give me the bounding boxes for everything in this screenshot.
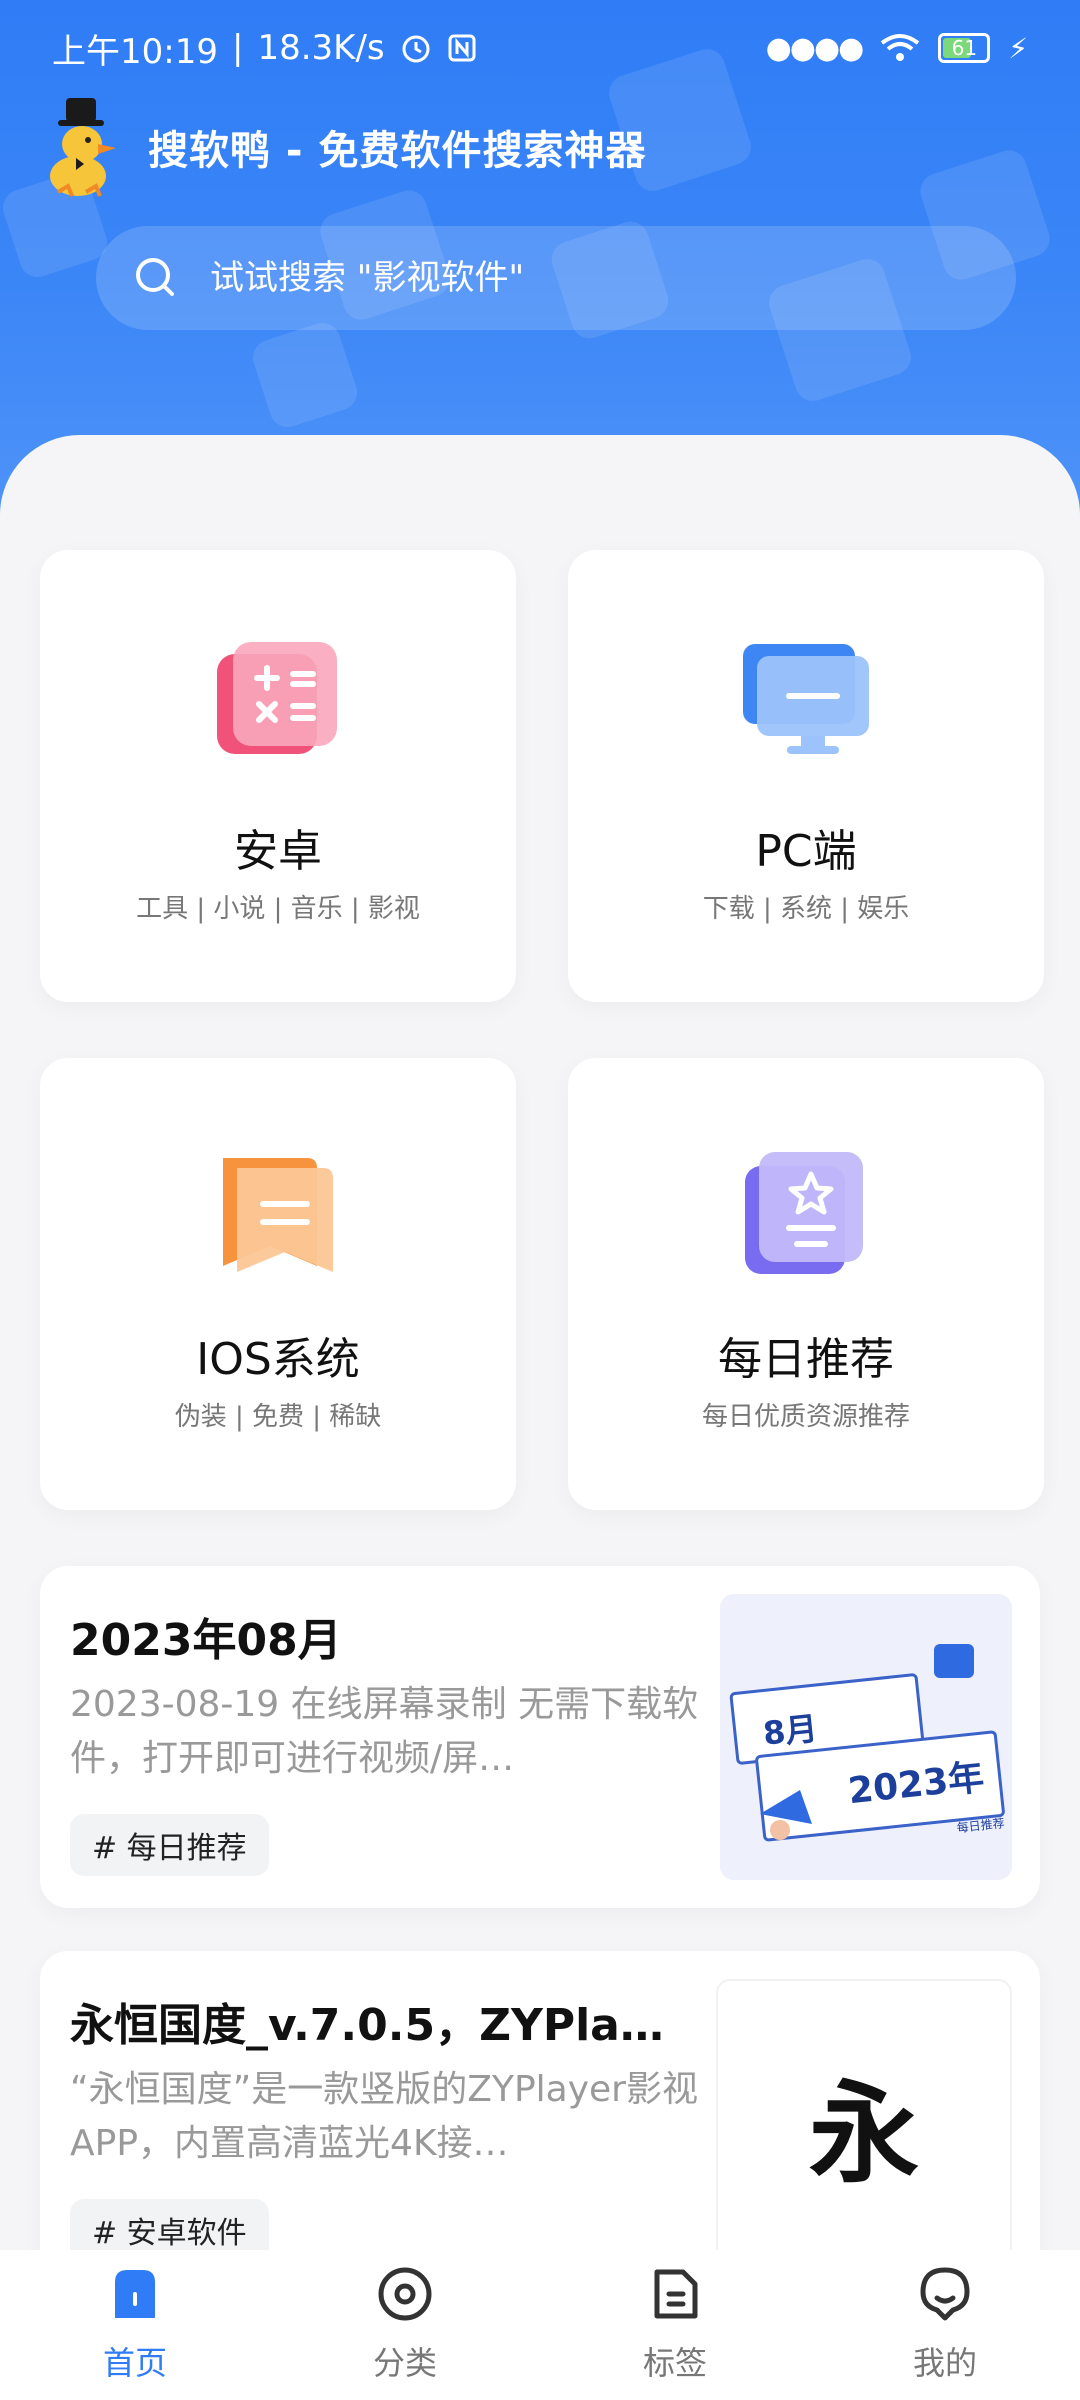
category-icon	[378, 2267, 432, 2321]
article-title: 2023年08月	[70, 1615, 342, 1666]
tab-tags[interactable]: 标签	[575, 2250, 775, 2384]
category-name: 每日推荐	[718, 1334, 894, 1385]
home-icon	[115, 2270, 155, 2318]
star-document-icon	[745, 1152, 863, 1274]
thumb-character: 永	[809, 2070, 919, 2198]
monitor-icon	[743, 644, 869, 754]
signal-icon: ●●●●	[765, 30, 865, 66]
article-thumbnail: 永	[716, 1979, 1012, 2269]
tab-profile[interactable]: 我的	[845, 2250, 1045, 2384]
category-subtitle: 每日优质资源推荐	[701, 1402, 910, 1432]
article-card[interactable]: 永恒国度_v.7.0.5，ZYPla… “永恒国度”是一款竖版的ZYPlayer…	[40, 1951, 1040, 2293]
tab-category[interactable]: 分类	[305, 2250, 505, 2384]
charging-icon: ⚡	[1008, 31, 1028, 65]
category-subtitle: 下载 | 系统 | 娱乐	[702, 894, 910, 924]
article-description: 2023-08-19 在线屏幕录制 无需下载软件，打开即可进行视频/屏…	[70, 1684, 699, 1779]
category-name: IOS系统	[196, 1334, 360, 1385]
duck-logo	[50, 98, 116, 197]
category-card-ios[interactable]: IOS系统 伪装 | 免费 | 稀缺	[40, 1058, 516, 1510]
status-time: 上午10:19	[52, 31, 218, 72]
thumb-month: 8月	[761, 1709, 819, 1752]
background-decoration	[248, 318, 362, 432]
category-subtitle: 工具 | 小说 | 音乐 | 影视	[136, 894, 420, 924]
category-name: 安卓	[234, 826, 322, 877]
search-icon	[136, 258, 174, 296]
tab-label: 首页	[102, 2344, 167, 2382]
tab-label: 我的	[912, 2344, 977, 2382]
tab-home[interactable]: 首页	[35, 2250, 235, 2384]
tab-label: 分类	[372, 2344, 437, 2382]
nfc-icon	[448, 34, 476, 62]
article-card[interactable]: 2023年08月 2023-08-19 在线屏幕录制 无需下载软件，打开即可进行…	[40, 1566, 1040, 1908]
search-input[interactable]	[208, 257, 972, 299]
category-subtitle: 伪装 | 免费 | 稀缺	[174, 1402, 382, 1432]
bottom-tab-bar: 首页 分类 标签 我的	[0, 2250, 1080, 2400]
network-speed: 18.3K/s	[257, 28, 385, 68]
alarm-icon	[402, 35, 430, 63]
tab-label: 标签	[642, 2344, 707, 2382]
category-card-daily[interactable]: 每日推荐 每日优质资源推荐	[568, 1058, 1044, 1510]
category-name: PC端	[755, 826, 857, 877]
calculator-icon	[217, 642, 337, 754]
article-tag[interactable]: # 每日推荐	[70, 1814, 269, 1876]
category-card-pc[interactable]: PC端 下载 | 系统 | 娱乐	[568, 550, 1044, 1002]
search-bar[interactable]	[96, 226, 1016, 330]
app-brand: 搜软鸭 - 免费软件搜索神器	[42, 92, 646, 202]
app-title: 搜软鸭 - 免费软件搜索神器	[148, 128, 647, 174]
tag-icon	[654, 2269, 698, 2319]
wifi-icon	[881, 34, 920, 61]
article-description: “永恒国度”是一款竖版的ZYPlayer影视APP，内置高清蓝光4K接…	[70, 2069, 698, 2164]
article-thumbnail: 8月 2023年 每日推荐	[720, 1594, 1012, 1880]
status-bar: 上午10:19 | 18.3K/s ●●●● 61 ⚡	[52, 22, 1028, 74]
profile-icon	[920, 2267, 970, 2321]
bookmark-icon	[223, 1158, 333, 1272]
article-title: 永恒国度_v.7.0.5，ZYPla…	[70, 2000, 664, 2051]
calendar-illustration: 8月 2023年 每日推荐	[720, 1594, 1012, 1880]
battery-icon: 61	[938, 33, 991, 63]
category-card-android[interactable]: 安卓 工具 | 小说 | 音乐 | 影视	[40, 550, 516, 1002]
